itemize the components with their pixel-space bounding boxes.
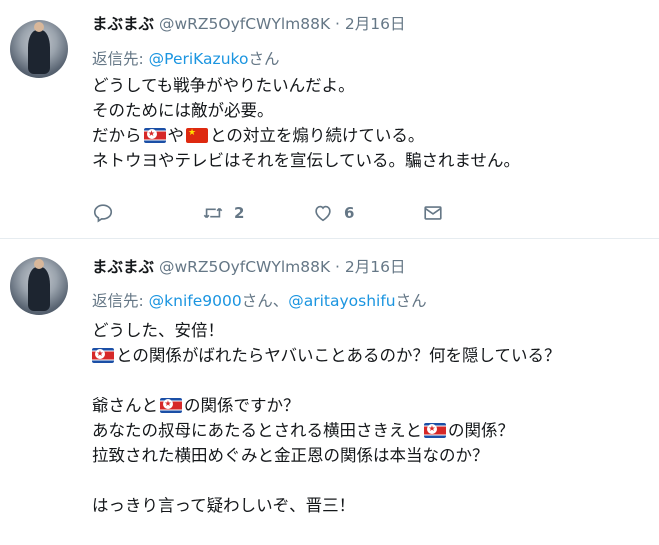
tweet[interactable]: まぶまぶ @wRZ5OyfCWYlm88K · 2月16日 返信先: @Peri…: [0, 0, 659, 239]
text-fragment: の関係ですか？: [184, 396, 300, 415]
envelope-icon: [424, 206, 442, 220]
reply-prefix: 返信先:: [92, 50, 149, 68]
tweet[interactable]: まぶまぶ @wRZ5OyfCWYlm88K · 2月16日 返信先: @knif…: [0, 239, 659, 545]
flag-kp-icon: [92, 348, 114, 363]
text-line: だから や との対立を煽り続けている。: [92, 123, 520, 148]
avatar[interactable]: [10, 20, 68, 78]
text-line: 爺さんと の関係ですか？: [92, 393, 561, 418]
flag-cn-icon: [186, 128, 208, 143]
text-line: ネトウヨやテレビはそれを宣伝している。騙されません。: [92, 151, 521, 170]
avatar[interactable]: [10, 257, 68, 315]
text-line: 拉致された横田めぐみと金正恩の関係は本当なのか？: [92, 446, 489, 465]
dm-button[interactable]: [422, 202, 444, 224]
tweet-actions: 2 6: [92, 202, 452, 228]
text-fragment: との対立を煽り続けている。: [210, 126, 425, 145]
display-name[interactable]: まぶまぶ: [92, 15, 154, 33]
text-line: どうしても戦争がやりたいんだよ。: [92, 76, 355, 95]
like-button[interactable]: 6: [312, 202, 354, 224]
reply-to: 返信先: @knife9000さん、@aritayoshifuさん: [92, 289, 427, 311]
text-line: との関係がばれたらヤバいことあるのか？何を隠している？: [92, 343, 561, 368]
mention-link[interactable]: @aritayoshifu: [288, 292, 395, 310]
reply-button[interactable]: [92, 202, 114, 224]
tweet-text: どうした、安倍！ との関係がばれたらヤバいことあるのか？何を隠している？ 爺さん…: [92, 318, 561, 518]
display-name[interactable]: まぶまぶ: [92, 258, 154, 276]
tweet-text: どうしても戦争がやりたいんだよ。 そのためには敵が必要。 だから や との対立を煽り…: [92, 73, 520, 173]
text-line: あなたの叔母にあたるとされる横田さきえと の関係？: [92, 418, 561, 443]
flag-kp-icon: [160, 398, 182, 413]
tweet-header: まぶまぶ @wRZ5OyfCWYlm88K · 2月16日: [92, 12, 406, 34]
tweet-date[interactable]: 2月16日: [345, 15, 406, 33]
reply-suffix: さん: [395, 292, 427, 310]
text-fragment: との関係がばれたらヤバいことあるのか？何を隠している？: [116, 346, 561, 365]
retweet-button[interactable]: 2: [202, 202, 244, 224]
text-fragment: 爺さんと: [92, 396, 158, 415]
text-fragment: や: [167, 126, 185, 145]
reply-icon: [93, 204, 113, 223]
flag-kp-icon: [424, 423, 446, 438]
tweet-date[interactable]: 2月16日: [345, 258, 406, 276]
tweet-header: まぶまぶ @wRZ5OyfCWYlm88K · 2月16日: [92, 255, 406, 277]
text-line: どうした、安倍！: [92, 321, 224, 340]
reply-to: 返信先: @PeriKazukoさん: [92, 47, 279, 69]
separator: ·: [330, 15, 345, 33]
separator: ·: [330, 258, 345, 276]
reply-suffix: さん: [248, 50, 280, 68]
reply-prefix: 返信先:: [92, 292, 149, 310]
user-handle[interactable]: @wRZ5OyfCWYlm88K: [159, 15, 330, 33]
retweet-icon: [203, 207, 223, 219]
user-handle[interactable]: @wRZ5OyfCWYlm88K: [159, 258, 330, 276]
text-line: はっきり言って疑わしいぞ、晋三！: [92, 496, 356, 515]
text-fragment: の関係？: [448, 421, 514, 440]
mention-link[interactable]: @PeriKazuko: [149, 50, 249, 68]
flag-kp-icon: [143, 128, 166, 143]
text-line: そのためには敵が必要。: [92, 101, 274, 120]
text-fragment: あなたの叔母にあたるとされる横田さきえと: [92, 421, 422, 440]
mention-link[interactable]: @knife9000: [149, 292, 242, 310]
heart-icon: [315, 205, 331, 222]
text-fragment: だから: [92, 126, 142, 145]
reply-suffix: さん、: [241, 292, 289, 310]
retweet-count: 2: [234, 204, 245, 222]
like-count: 6: [344, 204, 355, 222]
